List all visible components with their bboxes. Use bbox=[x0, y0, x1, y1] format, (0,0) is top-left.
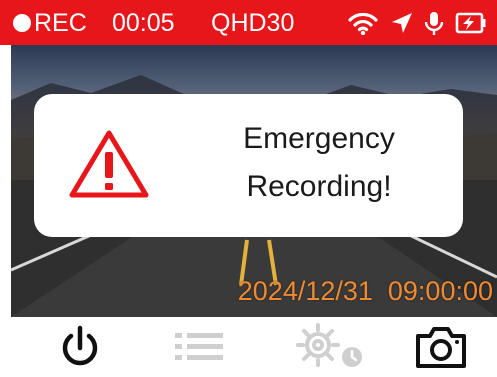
dashcam-screen: REC 00:05 QHD30 Emergency Recording! 202… bbox=[0, 0, 497, 377]
date-time-overlay: 2024/12/31 09:00:00 bbox=[238, 276, 493, 306]
video-quality: QHD30 bbox=[211, 9, 295, 37]
warning-triangle-icon bbox=[69, 130, 149, 198]
emergency-recording-dialog: Emergency Recording! bbox=[34, 94, 463, 237]
power-button[interactable] bbox=[52, 317, 108, 377]
settings-button[interactable] bbox=[288, 317, 372, 377]
menu-button[interactable] bbox=[170, 317, 228, 377]
gps-arrow-icon bbox=[392, 13, 412, 33]
snapshot-button[interactable] bbox=[410, 317, 472, 377]
rec-label: REC bbox=[34, 9, 87, 37]
bottom-toolbar bbox=[0, 317, 497, 377]
settings-icon bbox=[296, 323, 362, 367]
dialog-title-line1: Emergency bbox=[243, 122, 395, 155]
microphone-icon bbox=[424, 12, 444, 35]
camera-icon bbox=[416, 327, 466, 368]
battery-charging-icon bbox=[455, 12, 486, 34]
timestamp-text: 2024/12/31 09:00:00 bbox=[237, 276, 493, 306]
menu-icon bbox=[175, 333, 223, 360]
elapsed-time: 00:05 bbox=[112, 9, 175, 37]
dialog-title-line2: Recording! bbox=[246, 170, 392, 203]
power-icon bbox=[62, 325, 98, 366]
status-bar: REC 00:05 QHD30 bbox=[0, 0, 497, 45]
wifi-icon bbox=[348, 12, 378, 35]
rec-dot-icon bbox=[13, 14, 31, 32]
